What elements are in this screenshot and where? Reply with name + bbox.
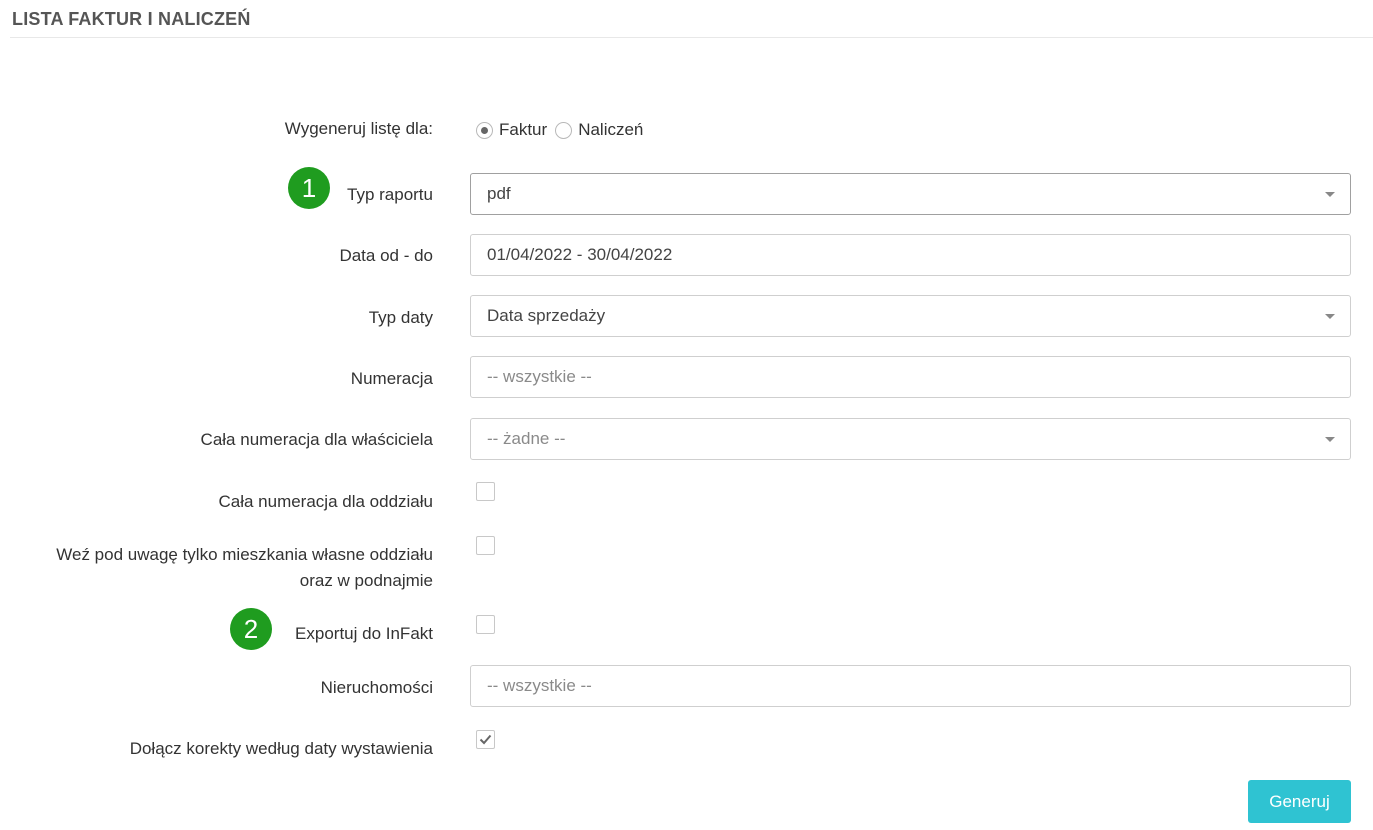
owner-numbering-label: Cała numeracja dla właściciela [200,430,433,449]
radio-selected-dot [481,126,488,134]
radio-naliczen[interactable] [555,121,573,139]
own-apartments-label-line2: oraz w podnajmie [299,571,433,590]
title-divider [10,37,1373,38]
generate-button[interactable]: Generuj [1248,780,1351,823]
properties-placeholder: -- wszystkie -- [487,676,592,695]
check-icon [479,734,492,745]
report-type-value: pdf [487,184,511,203]
chevron-down-icon [1325,192,1335,197]
owner-numbering-placeholder: -- żadne -- [487,429,566,448]
date-range-label: Data od - do [339,246,433,265]
include-corrections-checkbox[interactable] [476,730,495,749]
date-type-select[interactable]: Data sprzedaży [470,295,1351,337]
own-apartments-checkbox[interactable] [476,536,495,555]
report-type-label: Typ raportu [347,185,433,204]
export-infakt-checkbox[interactable] [476,615,495,634]
step-badge-2: 2 [230,608,272,650]
numbering-label: Numeracja [350,369,433,388]
date-type-value: Data sprzedaży [487,306,606,325]
generate-for-label: Wygeneruj listę dla: [284,119,433,138]
chevron-down-icon [1325,437,1335,442]
branch-numbering-checkbox[interactable] [476,482,495,501]
numbering-select[interactable]: -- wszystkie -- [470,356,1351,398]
date-range-value: 01/04/2022 - 30/04/2022 [487,245,673,264]
branch-numbering-label: Cała numeracja dla oddziału [218,492,433,511]
page-title: LISTA FAKTUR I NALICZEŃ [12,9,251,29]
include-corrections-label: Dołącz korekty według daty wystawienia [129,739,433,758]
generate-for-radio-group: Faktur Naliczeń [476,118,651,142]
report-type-select[interactable]: pdf [470,173,1351,215]
chevron-down-icon [1325,314,1335,319]
radio-faktur[interactable] [476,121,493,139]
date-type-label: Typ daty [368,308,433,327]
properties-label: Nieruchomości [320,678,433,697]
date-range-input[interactable]: 01/04/2022 - 30/04/2022 [470,234,1351,276]
radio-faktur-label[interactable]: Faktur [499,120,547,140]
owner-numbering-select[interactable]: -- żadne -- [470,418,1351,460]
export-infakt-label: Exportuj do InFakt [295,624,433,643]
numbering-placeholder: -- wszystkie -- [487,367,592,386]
radio-naliczen-label[interactable]: Naliczeń [578,120,643,140]
own-apartments-label-line1: Weź pod uwagę tylko mieszkania własne od… [56,545,433,564]
properties-select[interactable]: -- wszystkie -- [470,665,1351,707]
step-badge-1: 1 [288,167,330,209]
